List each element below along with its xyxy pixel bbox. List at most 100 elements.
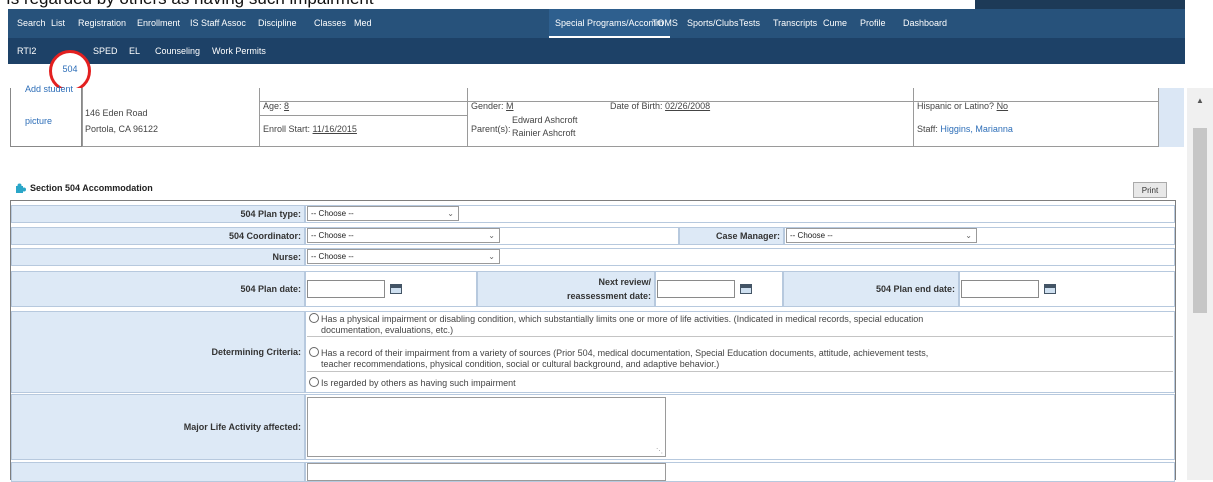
dob: Date of Birth: 02/26/2008 (610, 101, 710, 111)
hispanic: Hispanic or Latino? No (917, 101, 1008, 111)
tab-discipline[interactable]: Discipline (258, 9, 297, 38)
parents-label: Parent(s): (471, 124, 511, 134)
chevron-down-icon: ⌄ (447, 209, 454, 218)
add-photo-link-2[interactable]: picture (25, 116, 52, 126)
subtab-work-permits[interactable]: Work Permits (212, 38, 266, 64)
tab-list[interactable]: List (51, 9, 65, 38)
chevron-down-icon: ⌄ (965, 231, 972, 240)
nurse-value: -- Choose -- (311, 252, 354, 261)
resize-grip-icon[interactable]: ⋱ (656, 447, 663, 455)
parent-link-1[interactable]: Edward Ashcroft (512, 115, 578, 125)
tab-is-staff-assoc[interactable]: IS Staff Assoc (190, 9, 246, 38)
major-life-textarea[interactable]: ⋱ (307, 397, 666, 457)
subtab-sped[interactable]: SPED (93, 38, 118, 64)
gender-label: Gender: (471, 101, 504, 111)
tab-sports-clubs[interactable]: Sports/Clubs (687, 9, 739, 38)
radio-icon[interactable] (309, 347, 319, 357)
case-manager-label: Case Manager: (679, 227, 784, 245)
divider (307, 336, 1173, 337)
tab-toms[interactable]: TOMS (652, 9, 678, 38)
plan-type-label: 504 Plan type: (11, 205, 305, 223)
coordinator-select[interactable]: -- Choose -- ⌄ (307, 228, 500, 243)
section-title: Section 504 Accommodation (30, 183, 153, 193)
puzzle-icon (16, 183, 26, 193)
address-line1: 146 Eden Road (85, 108, 148, 118)
divider (467, 88, 468, 147)
address-line2: Portola, CA 96122 (85, 124, 159, 134)
tab-dashboard[interactable]: Dashboard (903, 9, 947, 38)
accommodation-form: 504 Plan type: -- Choose -- ⌄ 504 Coordin… (10, 200, 1176, 482)
divider (307, 371, 1173, 372)
tab-profile[interactable]: Profile (860, 9, 886, 38)
radio-icon[interactable] (309, 313, 319, 323)
scroll-thumb[interactable] (1193, 128, 1207, 313)
caption-text: Is regarded by others as having such imp… (6, 0, 374, 8)
next-review-label-line2: reassessment date: (566, 291, 651, 301)
criteria-option-2[interactable]: Has a record of their impairment from a … (309, 347, 1171, 370)
tab-cume[interactable]: Cume (823, 9, 847, 38)
criteria-3-line1: Is regarded by others as having such imp… (321, 378, 516, 388)
sub-tabs: RTI2 SPED EL Counseling Work Permits (8, 38, 1185, 64)
hispanic-value: No (996, 101, 1009, 111)
subtab-504[interactable]: 504 (52, 64, 88, 74)
major-life-label: Major Life Activity affected: (11, 394, 305, 460)
scrollbar[interactable]: ▲ (1187, 88, 1213, 480)
hispanic-label: Hispanic or Latino? (917, 101, 995, 111)
plan-date-input[interactable] (307, 280, 385, 298)
criteria-option-3[interactable]: Is regarded by others as having such imp… (309, 377, 1171, 389)
subtab-counseling[interactable]: Counseling (155, 38, 200, 64)
tab-enrollment[interactable]: Enrollment (137, 9, 180, 38)
staff: Staff: Higgins, Marianna (917, 124, 1013, 134)
next-row-textarea[interactable] (307, 463, 666, 481)
tab-med[interactable]: Med (354, 9, 372, 38)
next-review-input[interactable] (657, 280, 735, 298)
subtab-rti2[interactable]: RTI2 (17, 38, 36, 64)
staff-label: Staff: (917, 124, 938, 134)
criteria-1-line2: documentation, evaluations, etc.) (321, 325, 454, 335)
header-dark-box (975, 0, 1185, 9)
tab-registration[interactable]: Registration (78, 9, 126, 38)
tab-transcripts[interactable]: Transcripts (773, 9, 817, 38)
divider (913, 88, 914, 147)
next-row-label (11, 462, 305, 482)
tab-classes[interactable]: Classes (314, 9, 346, 38)
nurse-select[interactable]: -- Choose -- ⌄ (307, 249, 500, 264)
calendar-icon[interactable] (740, 284, 752, 294)
gender: Gender: M (471, 101, 514, 111)
criteria-2-line2: teacher recommendations, physical condit… (321, 359, 720, 369)
student-photo[interactable]: Add student picture (10, 84, 82, 147)
plan-end-label: 504 Plan end date: (783, 271, 959, 307)
divider (259, 88, 260, 147)
subtab-el[interactable]: EL (129, 38, 140, 64)
enroll-value: 11/16/2015 (312, 124, 357, 134)
staff-link[interactable]: Higgins, Marianna (940, 124, 1013, 134)
plan-type-select[interactable]: -- Choose -- ⌄ (307, 206, 459, 221)
calendar-icon[interactable] (390, 284, 402, 294)
criteria-option-1[interactable]: Has a physical impairment or disabling c… (309, 313, 1171, 336)
next-review-label-line1: Next review/ (598, 277, 651, 287)
dob-value: 02/26/2008 (665, 101, 711, 111)
coordinator-label: 504 Coordinator: (11, 227, 305, 245)
add-photo-link[interactable]: Add student (25, 84, 73, 94)
plan-end-input[interactable] (961, 280, 1039, 298)
parent-link-2[interactable]: Rainier Ashcroft (512, 128, 576, 138)
criteria-1-line1: Has a physical impairment or disabling c… (321, 314, 924, 324)
criteria-label: Determining Criteria: (11, 311, 305, 393)
enroll-start: Enroll Start: 11/16/2015 (263, 124, 357, 134)
radio-icon[interactable] (309, 377, 319, 387)
scroll-up-icon[interactable]: ▲ (1196, 96, 1204, 105)
plan-date-label: 504 Plan date: (11, 271, 305, 307)
chevron-down-icon: ⌄ (488, 252, 495, 261)
print-button[interactable]: Print (1133, 182, 1167, 198)
top-navigation: Search List Registration Enrollment IS S… (8, 9, 1185, 64)
plan-type-value: -- Choose -- (311, 209, 354, 218)
case-manager-select[interactable]: -- Choose -- ⌄ (786, 228, 977, 243)
age-label-text: Age: (263, 101, 282, 111)
next-review-label: Next review/reassessment date: (477, 271, 655, 307)
age-label: Age: 8 (263, 101, 289, 111)
tab-tests[interactable]: Tests (739, 9, 760, 38)
tab-search[interactable]: Search (17, 9, 46, 38)
enroll-label: Enroll Start: (263, 124, 311, 134)
calendar-icon[interactable] (1044, 284, 1056, 294)
case-manager-value: -- Choose -- (790, 231, 833, 240)
